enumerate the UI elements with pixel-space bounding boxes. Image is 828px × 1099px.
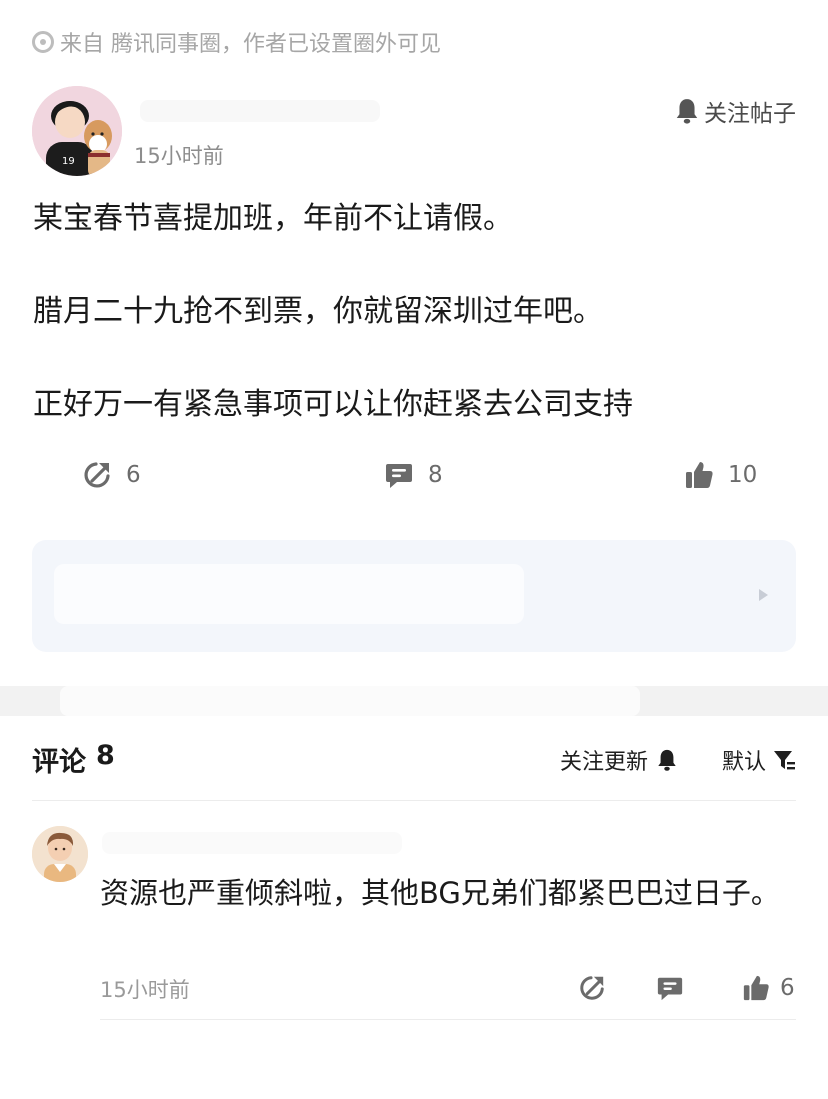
sort-label: 默认 [721,750,766,775]
svg-text:19: 19 [62,156,75,167]
comment-icon [386,464,412,488]
author-name-redacted [140,100,380,122]
thumbs-up-icon [743,975,769,1001]
post-actions: 6 8 10 [82,460,757,500]
divider [32,800,796,801]
play-arrow-icon [759,589,768,601]
link-card-content-redacted [54,564,524,624]
post-body: 某宝春节喜提加班，年前不让请假。 腊月二十九抢不到票，你就留深圳过年吧。 正好万… [33,196,793,428]
follow-post-button[interactable]: 关注帖子 [674,94,796,128]
follow-updates-button[interactable]: 关注更新 [560,744,678,776]
share-count: 6 [126,462,141,488]
commenter-avatar[interactable] [32,826,88,882]
comment-like-count: 6 [780,975,795,1001]
share-icon [580,976,604,1000]
comment-text: 资源也严重倾斜啦，其他BG兄弟们都紧巴巴过日子。 [100,876,780,910]
sort-dropdown[interactable]: 默认 [722,744,796,776]
like-count: 10 [728,462,758,488]
commenter-name-redacted [102,832,402,854]
follow-updates-label: 关注更新 [559,750,648,775]
comment-like-button[interactable]: 6 [742,974,795,1002]
post-paragraph: 正好万一有紧急事项可以让你赶紧去公司支持 [33,387,633,422]
comments-header: 评论 8 关注更新 默认 [32,740,796,780]
comment-item: 资源也严重倾斜啦，其他BG兄弟们都紧巴巴过日子。 15小时前 6 [32,826,796,1020]
like-button[interactable]: 10 [684,460,757,490]
comment-count: 8 [428,462,443,488]
filter-icon [774,751,795,770]
share-icon [84,462,110,488]
bell-icon [658,749,676,771]
post-time: 15小时前 [134,144,224,168]
comment-button[interactable]: 8 [384,460,443,490]
redacted-area [60,686,640,716]
post-header: 19 15小时前 关注帖子 [32,86,796,176]
comments-count: 8 [96,740,115,771]
comments-title-label: 评论 [32,747,86,778]
bell-icon [676,99,698,124]
circle-dot-icon [32,31,54,53]
comment-time: 15小时前 [100,978,190,1002]
share-button[interactable]: 6 [82,460,141,490]
author-avatar[interactable]: 19 [32,86,122,176]
follow-post-label: 关注帖子 [704,101,796,127]
source-row: 来自 腾讯同事圈，作者已设置圈外可见 [32,28,441,57]
thumbs-up-icon [686,462,713,488]
comment-reply-button[interactable] [656,974,684,1002]
source-text: 来自 腾讯同事圈，作者已设置圈外可见 [60,32,441,57]
comment-icon [657,977,683,1001]
post-paragraph: 腊月二十九抢不到票，你就留深圳过年吧。 [33,294,603,329]
post-paragraph: 某宝春节喜提加班，年前不让请假。 [33,201,513,236]
comments-title: 评论 8 [32,740,115,779]
comment-share-button[interactable] [578,974,606,1002]
divider [100,1019,796,1020]
link-card-redacted[interactable] [32,540,796,652]
